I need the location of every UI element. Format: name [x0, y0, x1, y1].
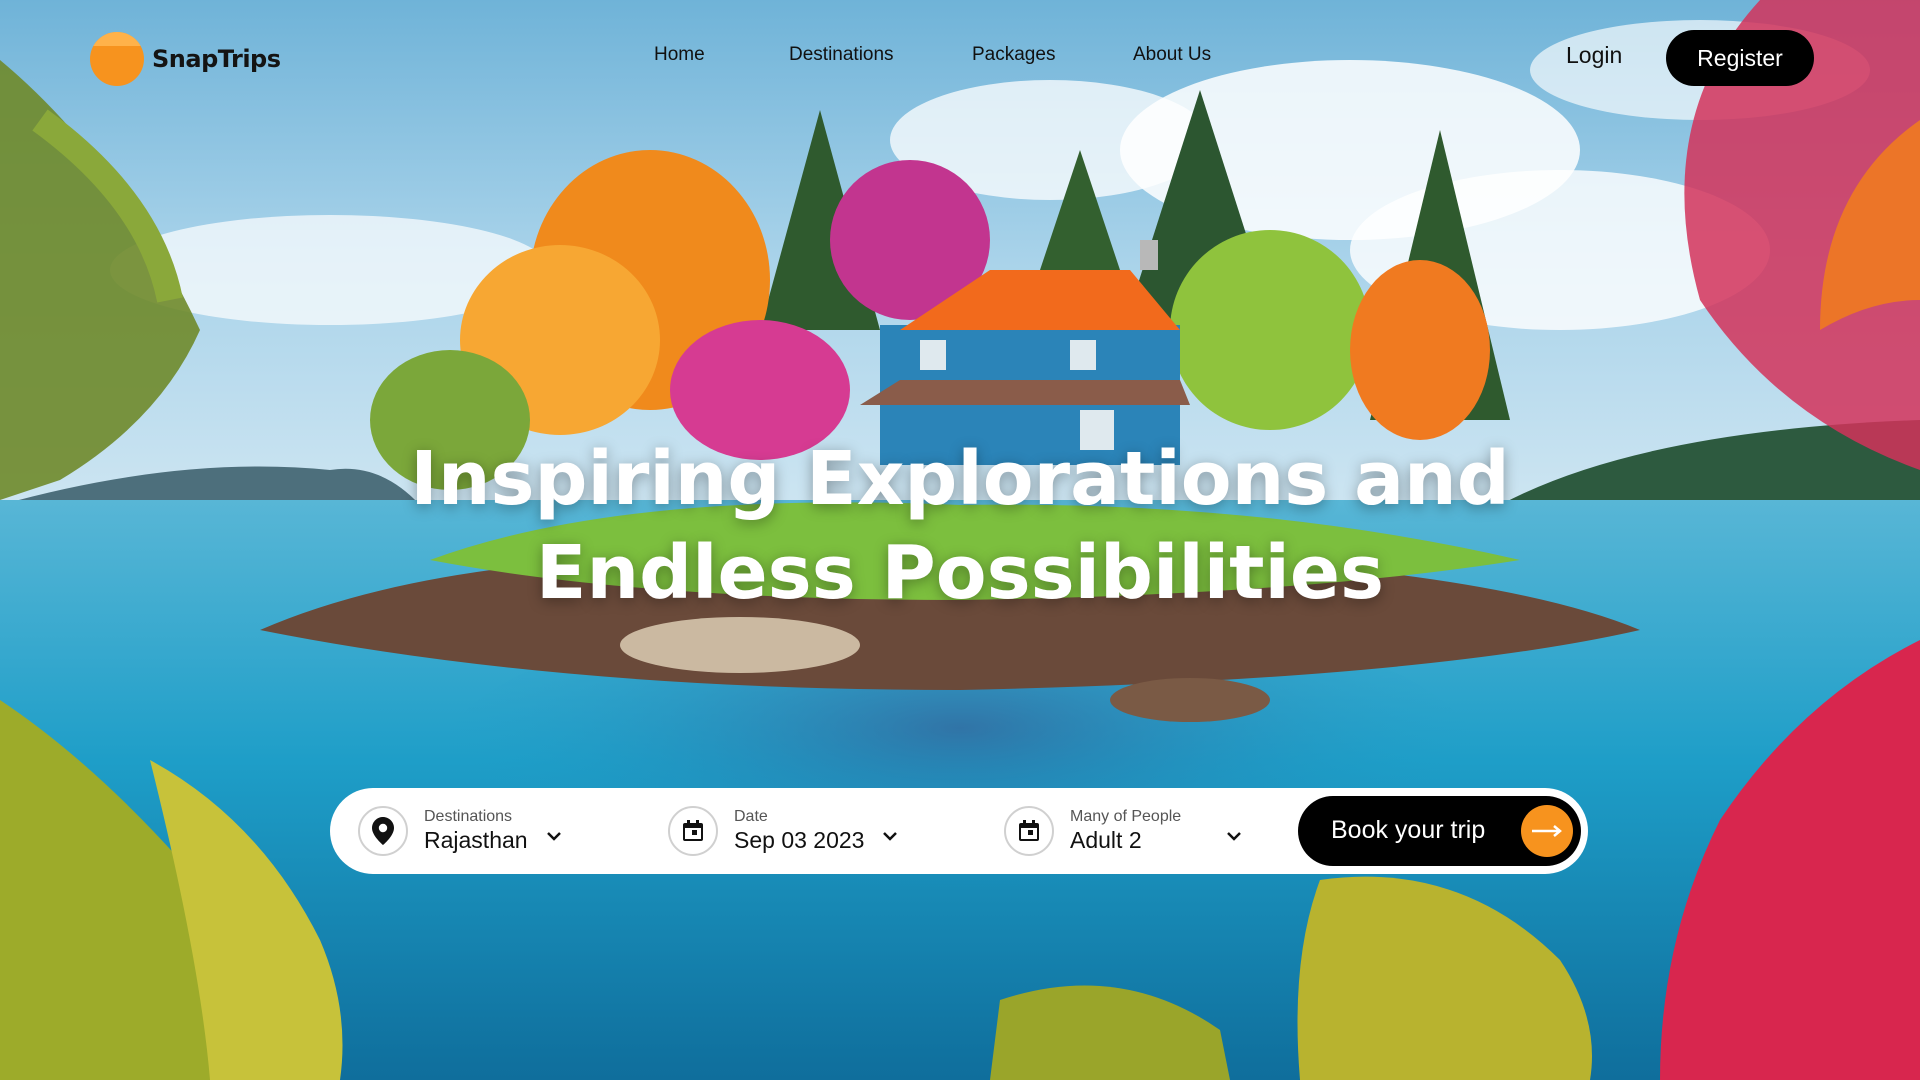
location-pin-icon	[358, 806, 408, 856]
date-select[interactable]: Date Sep 03 2023	[668, 802, 898, 860]
people-value: Adult 2	[1070, 827, 1142, 853]
destination-value: Rajasthan	[424, 827, 528, 853]
book-trip-button[interactable]: Book your trip	[1298, 796, 1581, 866]
arrow-right-icon	[1521, 805, 1573, 857]
chevron-down-icon	[1227, 832, 1241, 841]
hero-title-line-1: Inspiring Explorations and	[410, 436, 1510, 522]
booking-bar: Destinations Rajasthan Date Sep 03 2023 …	[330, 788, 1588, 874]
chevron-down-icon	[883, 832, 898, 841]
people-select[interactable]: Many of People Adult 2	[1004, 802, 1242, 860]
chevron-down-icon	[546, 832, 561, 841]
nav-link-about-us[interactable]: About Us	[1133, 44, 1211, 66]
book-trip-label: Book your trip	[1331, 816, 1486, 844]
nav-link-home[interactable]: Home	[654, 44, 705, 66]
nav-link-destinations[interactable]: Destinations	[789, 44, 894, 66]
date-value: Sep 03 2023	[734, 827, 865, 853]
hero-title-line-2: Endless Possibilities	[535, 530, 1385, 616]
people-label: Many of People	[1070, 808, 1182, 825]
login-link[interactable]: Login	[1566, 42, 1622, 69]
destination-select[interactable]: Destinations Rajasthan	[358, 802, 562, 860]
nav-links: Home Destinations Packages About Us	[0, 44, 1920, 74]
destination-label: Destinations	[424, 808, 513, 825]
hero-title: Inspiring Explorations and Endless Possi…	[360, 432, 1560, 620]
register-button[interactable]: Register	[1666, 30, 1814, 86]
date-label: Date	[734, 808, 768, 825]
navbar: SnapTrips Home Destinations Packages Abo…	[0, 0, 1920, 116]
nav-link-packages[interactable]: Packages	[972, 44, 1055, 66]
calendar-icon	[1004, 806, 1054, 856]
calendar-icon	[668, 806, 718, 856]
